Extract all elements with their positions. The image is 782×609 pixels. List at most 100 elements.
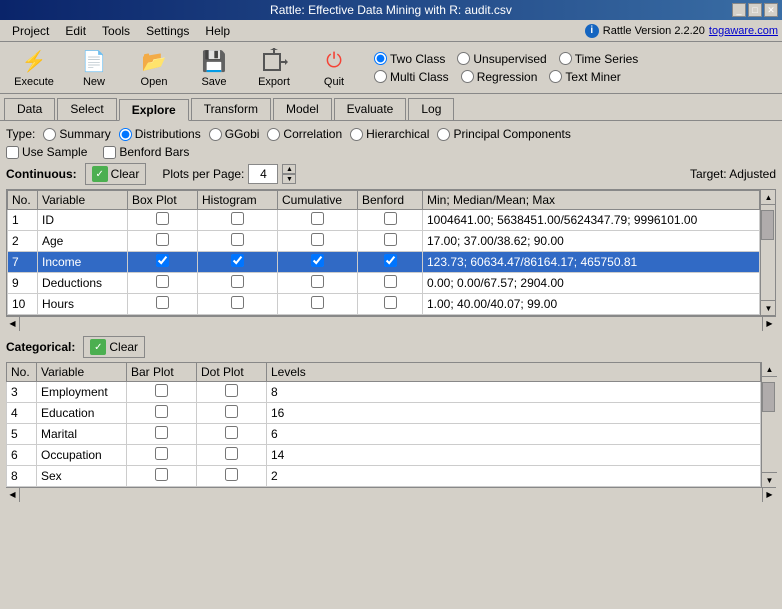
continuous-table-row[interactable]: 10Hours1.00; 40.00/40.07; 99.00 <box>8 294 760 315</box>
use-sample-check[interactable]: Use Sample <box>6 145 87 159</box>
execute-button[interactable]: ⚡ Execute <box>4 45 64 91</box>
hierarchical-radio[interactable]: Hierarchical <box>350 127 429 141</box>
categorical-scrollbar-v[interactable]: ▲ ▼ <box>761 362 776 487</box>
cat-row-variable: Sex <box>37 466 127 487</box>
spin-up[interactable]: ▲ <box>282 164 296 174</box>
categorical-table-row[interactable]: 6Occupation14 <box>7 445 761 466</box>
correlation-radio[interactable]: Correlation <box>267 127 342 141</box>
cont-row-histogram[interactable] <box>198 273 278 294</box>
tab-evaluate[interactable]: Evaluate <box>334 98 407 120</box>
close-button[interactable]: ✕ <box>764 3 778 17</box>
cat-h-scroll-left[interactable]: ◀ <box>6 488 20 502</box>
cat-row-dot-plot[interactable] <box>197 466 267 487</box>
cat-row-bar-plot[interactable] <box>127 445 197 466</box>
spin-down[interactable]: ▼ <box>282 174 296 184</box>
h-scroll-left[interactable]: ◀ <box>6 317 20 331</box>
categorical-scrollbar-h[interactable]: ◀ ▶ <box>6 487 776 501</box>
cat-h-scroll-right[interactable]: ▶ <box>762 488 776 502</box>
cont-row-histogram[interactable] <box>198 252 278 273</box>
continuous-table-row[interactable]: 2Age17.00; 37.00/38.62; 90.00 <box>8 231 760 252</box>
scroll-down-arrow[interactable]: ▼ <box>761 300 776 315</box>
continuous-table-row[interactable]: 1ID1004641.00; 5638451.00/5624347.79; 99… <box>8 210 760 231</box>
cat-scroll-down[interactable]: ▼ <box>762 472 777 487</box>
cont-row-box-plot[interactable] <box>128 231 198 252</box>
save-button[interactable]: 💾 Save <box>184 45 244 91</box>
tab-select[interactable]: Select <box>57 98 116 120</box>
cont-row-cumulative[interactable] <box>278 231 358 252</box>
cont-row-benford[interactable] <box>358 252 423 273</box>
h-scroll-right[interactable]: ▶ <box>762 317 776 331</box>
new-button[interactable]: 📄 New <box>64 45 124 91</box>
cont-row-benford[interactable] <box>358 294 423 315</box>
regression-radio[interactable]: Regression <box>461 70 538 84</box>
cat-row-bar-plot[interactable] <box>127 403 197 424</box>
categorical-table-row[interactable]: 8Sex2 <box>7 466 761 487</box>
categorical-table-row[interactable]: 5Marital6 <box>7 424 761 445</box>
two-class-radio[interactable]: Two Class <box>374 52 445 66</box>
menu-edit[interactable]: Edit <box>57 22 94 40</box>
continuous-table-row[interactable]: 9Deductions0.00; 0.00/67.57; 2904.00 <box>8 273 760 294</box>
continuous-clear-button[interactable]: ✓ Clear <box>85 163 147 185</box>
cont-row-histogram[interactable] <box>198 231 278 252</box>
continuous-scrollbar-h[interactable]: ◀ ▶ <box>6 316 776 330</box>
cont-row-cumulative[interactable] <box>278 210 358 231</box>
cont-row-box-plot[interactable] <box>128 294 198 315</box>
cat-row-bar-plot[interactable] <box>127 466 197 487</box>
scroll-up-arrow[interactable]: ▲ <box>761 190 776 205</box>
cat-row-levels: 2 <box>267 466 761 487</box>
cont-row-benford[interactable] <box>358 231 423 252</box>
cat-row-dot-plot[interactable] <box>197 445 267 466</box>
tab-data[interactable]: Data <box>4 98 55 120</box>
menu-project[interactable]: Project <box>4 22 57 40</box>
summary-radio[interactable]: Summary <box>43 127 110 141</box>
togaware-link[interactable]: togaware.com <box>709 25 778 37</box>
continuous-scrollbar-v[interactable]: ▲ ▼ <box>760 190 775 315</box>
cont-row-cumulative[interactable] <box>278 252 358 273</box>
benford-bars-check[interactable]: Benford Bars <box>103 145 189 159</box>
menu-tools[interactable]: Tools <box>94 22 138 40</box>
quit-button[interactable]: ⏻ Quit <box>304 45 364 91</box>
cont-row-histogram[interactable] <box>198 210 278 231</box>
categorical-clear-button[interactable]: ✓ Clear <box>83 336 145 358</box>
cat-scroll-thumb[interactable] <box>762 382 775 412</box>
tab-transform[interactable]: Transform <box>191 98 271 120</box>
unsupervised-radio[interactable]: Unsupervised <box>457 52 546 66</box>
tab-log[interactable]: Log <box>408 98 454 120</box>
cont-row-box-plot[interactable] <box>128 210 198 231</box>
save-icon: 💾 <box>198 48 230 76</box>
ggobi-radio[interactable]: GGobi <box>209 127 260 141</box>
maximize-button[interactable]: □ <box>748 3 762 17</box>
col-stats: Min; Median/Mean; Max <box>423 191 760 210</box>
menu-settings[interactable]: Settings <box>138 22 197 40</box>
continuous-table-row[interactable]: 7Income123.73; 60634.47/86164.17; 465750… <box>8 252 760 273</box>
tab-explore[interactable]: Explore <box>119 99 189 121</box>
categorical-table-row[interactable]: 4Education16 <box>7 403 761 424</box>
plots-per-page-input[interactable] <box>248 164 278 184</box>
principal-components-radio[interactable]: Principal Components <box>437 127 570 141</box>
distributions-radio[interactable]: Distributions <box>119 127 201 141</box>
toolbar: ⚡ Execute 📄 New 📂 Open 💾 Save Export ⏻ Q… <box>0 42 782 94</box>
multi-class-radio[interactable]: Multi Class <box>374 70 449 84</box>
export-button[interactable]: Export <box>244 45 304 91</box>
cat-row-dot-plot[interactable] <box>197 382 267 403</box>
scroll-thumb[interactable] <box>761 210 774 240</box>
cat-row-bar-plot[interactable] <box>127 424 197 445</box>
cat-row-bar-plot[interactable] <box>127 382 197 403</box>
open-button[interactable]: 📂 Open <box>124 45 184 91</box>
cont-row-box-plot[interactable] <box>128 252 198 273</box>
text-miner-radio[interactable]: Text Miner <box>549 70 620 84</box>
cont-row-histogram[interactable] <box>198 294 278 315</box>
cont-row-benford[interactable] <box>358 210 423 231</box>
cat-row-dot-plot[interactable] <box>197 424 267 445</box>
cont-row-box-plot[interactable] <box>128 273 198 294</box>
cat-scroll-up[interactable]: ▲ <box>762 362 777 377</box>
cont-row-cumulative[interactable] <box>278 273 358 294</box>
time-series-radio[interactable]: Time Series <box>559 52 639 66</box>
categorical-table-row[interactable]: 3Employment8 <box>7 382 761 403</box>
cont-row-cumulative[interactable] <box>278 294 358 315</box>
cont-row-benford[interactable] <box>358 273 423 294</box>
tab-model[interactable]: Model <box>273 98 332 120</box>
minimize-button[interactable]: _ <box>732 3 746 17</box>
menu-help[interactable]: Help <box>197 22 238 40</box>
cat-row-dot-plot[interactable] <box>197 403 267 424</box>
